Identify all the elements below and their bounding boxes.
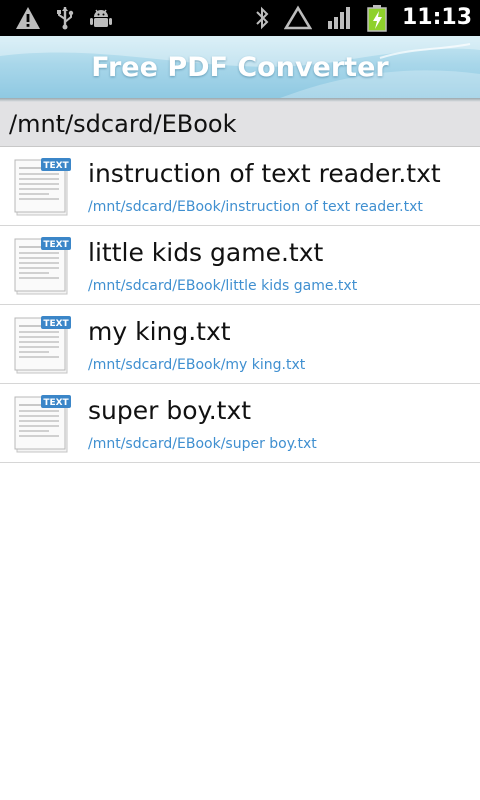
title-bar: Free PDF Converter [0,36,480,98]
app-title: Free PDF Converter [91,52,389,83]
file-path: /mnt/sdcard/EBook/instruction of text re… [88,199,423,215]
android-debug-icon [88,5,114,31]
text-file-badge: TEXT [43,240,69,250]
text-file-icon: TEXT [14,395,71,453]
file-name: super boy.txt [88,396,252,425]
list-item[interactable]: TEXT instruction of text reader.txt /mnt… [0,147,480,226]
text-file-icon: TEXT [14,316,71,374]
battery-charging-icon [366,4,388,32]
text-file-icon: TEXT [14,237,71,295]
signal-bars-icon [326,5,352,31]
status-bar: 11:13 [0,0,480,36]
bluetooth-icon [254,5,270,31]
list-item[interactable]: TEXT my king.txt /mnt/sdcard/EBook/my ki… [0,305,480,384]
list-item[interactable]: TEXT super boy.txt /mnt/sdcard/EBook/sup… [0,384,480,463]
text-file-badge: TEXT [43,398,69,408]
no-signal-icon [283,5,312,31]
status-clock: 11:13 [401,5,472,30]
current-path-header: /mnt/sdcard/EBook [0,102,480,147]
file-list: TEXT instruction of text reader.txt /mnt… [0,147,480,463]
current-path-label: /mnt/sdcard/EBook [9,110,237,138]
file-name: my king.txt [88,317,231,346]
text-file-icon: TEXT [14,158,71,216]
usb-icon [54,5,76,31]
file-path: /mnt/sdcard/EBook/my king.txt [88,357,306,373]
warning-icon [14,5,42,31]
list-item[interactable]: TEXT little kids game.txt /mnt/sdcard/EB… [0,226,480,305]
text-file-badge: TEXT [43,319,69,329]
file-path: /mnt/sdcard/EBook/little kids game.txt [88,278,358,294]
text-file-badge: TEXT [43,161,69,171]
file-name: instruction of text reader.txt [88,159,441,188]
status-right-icons: 11:13 [254,4,472,32]
status-left-icons [14,5,114,31]
file-path: /mnt/sdcard/EBook/super boy.txt [88,436,317,452]
file-name: little kids game.txt [88,238,324,267]
